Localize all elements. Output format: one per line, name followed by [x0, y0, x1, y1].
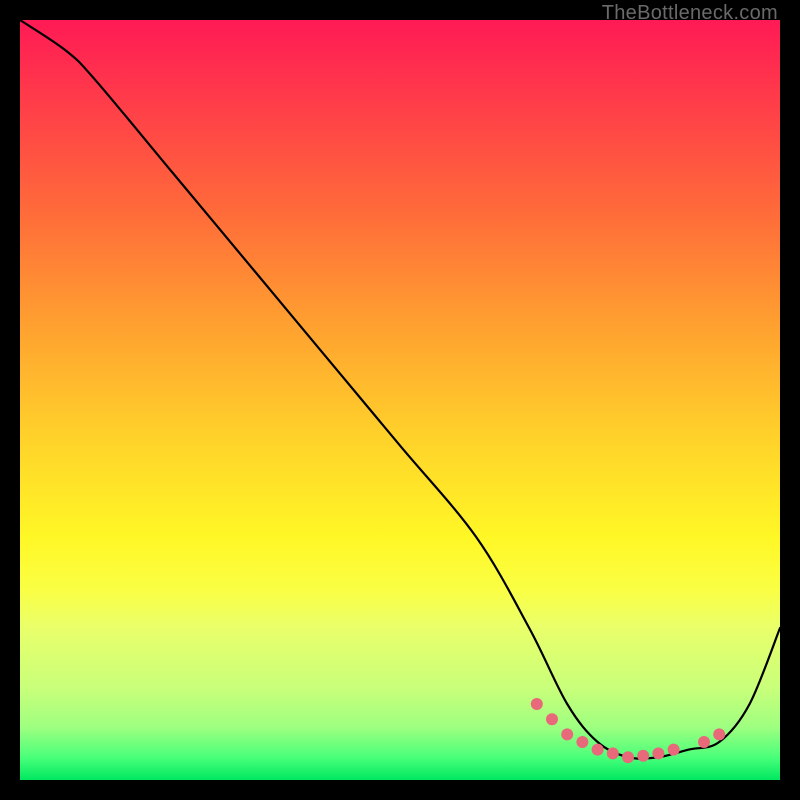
- watermark-text: TheBottleneck.com: [602, 2, 778, 25]
- highlight-markers: [531, 698, 725, 763]
- marker-dot: [713, 728, 725, 740]
- marker-dot: [622, 751, 634, 763]
- marker-dot: [576, 736, 588, 748]
- plot-area: [20, 20, 780, 780]
- marker-dot: [546, 713, 558, 725]
- bottleneck-curve: [20, 20, 780, 759]
- marker-dot: [531, 698, 543, 710]
- chart-frame: TheBottleneck.com: [0, 0, 800, 800]
- curve-layer: [20, 20, 780, 780]
- marker-dot: [607, 747, 619, 759]
- marker-dot: [668, 744, 680, 756]
- marker-dot: [698, 736, 710, 748]
- marker-dot: [561, 728, 573, 740]
- marker-dot: [637, 750, 649, 762]
- marker-dot: [592, 744, 604, 756]
- marker-dot: [652, 747, 664, 759]
